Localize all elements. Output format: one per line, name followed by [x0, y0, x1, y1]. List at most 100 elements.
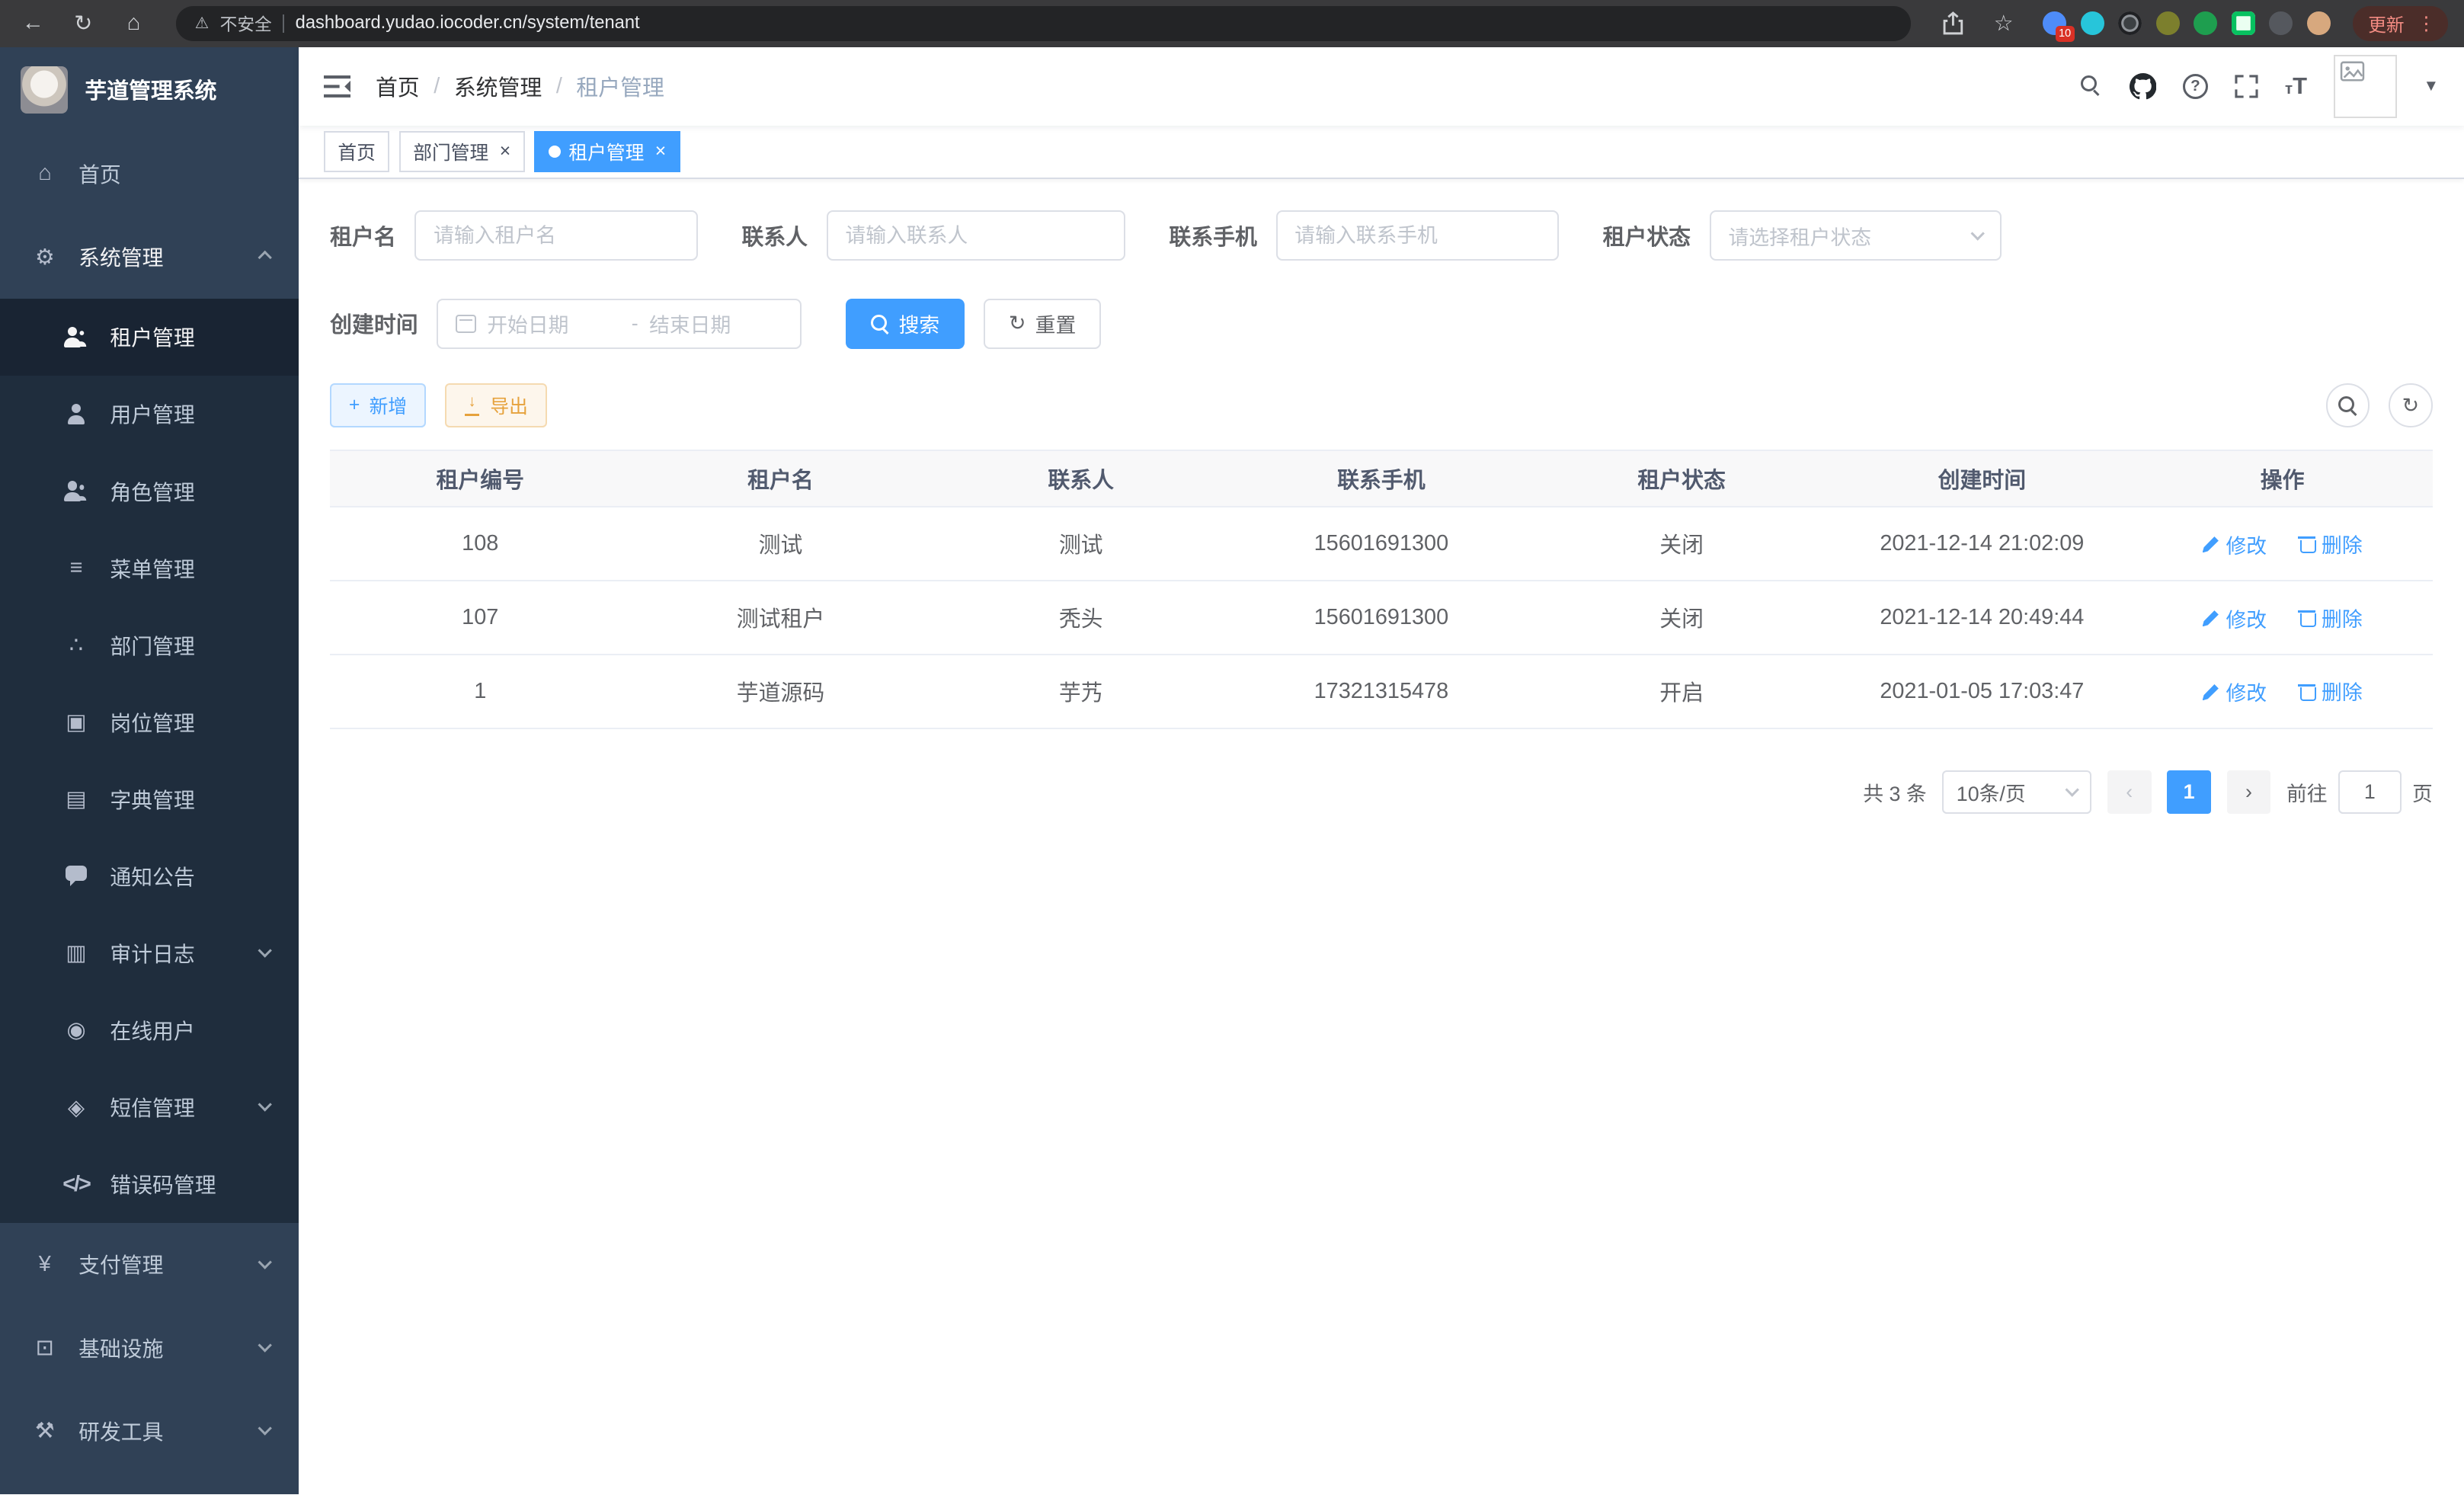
- contact-input[interactable]: [845, 224, 1106, 248]
- extension-icon[interactable]: [2232, 11, 2255, 35]
- link-label: 删除: [2322, 676, 2363, 706]
- sidebar-item-roles[interactable]: 角色管理: [0, 453, 299, 530]
- sidebar-item-dictionary[interactable]: ▤ 字典管理: [0, 760, 299, 837]
- cell-created: 2021-12-14 20:49:44: [1832, 581, 2132, 655]
- delete-button[interactable]: 删除: [2298, 603, 2363, 632]
- extensions-group: 10: [2043, 11, 2330, 35]
- delete-button[interactable]: 删除: [2298, 676, 2363, 706]
- cell-status: 关闭: [1531, 507, 1832, 581]
- page-1-button[interactable]: 1: [2167, 770, 2211, 815]
- calendar-icon: [456, 315, 476, 334]
- page-unit-label: 页: [2412, 777, 2433, 807]
- font-size-icon[interactable]: тT: [2285, 72, 2307, 100]
- date-range-picker[interactable]: 开始日期 - 结束日期: [437, 299, 802, 349]
- breadcrumb-system[interactable]: 系统管理: [454, 71, 542, 102]
- phone-input-wrap: [1276, 210, 1559, 261]
- edit-button[interactable]: 修改: [2203, 603, 2267, 633]
- cell-status: 开启: [1531, 655, 1832, 728]
- sidebar-item-error-codes[interactable]: </> 错误码管理: [0, 1146, 299, 1223]
- reload-icon[interactable]: ↻: [66, 6, 101, 40]
- tab-department[interactable]: 部门管理 ×: [399, 131, 525, 172]
- sidebar-item-dev-tools[interactable]: ⚒ 研发工具: [0, 1389, 299, 1472]
- chevron-down-icon: [258, 1098, 273, 1112]
- column-header: 租户编号: [330, 450, 630, 507]
- next-page-button[interactable]: ›: [2227, 770, 2271, 815]
- tab-label: 首页: [338, 138, 376, 165]
- delete-button[interactable]: 删除: [2298, 529, 2363, 559]
- table-row: 107 测试租户 秃头 15601691300 关闭 2021-12-14 20…: [330, 581, 2433, 655]
- breadcrumb-current: 租户管理: [576, 71, 664, 102]
- search-button[interactable]: 搜索: [846, 299, 965, 349]
- sidebar-item-tenant[interactable]: 租户管理: [0, 299, 299, 376]
- tab-home[interactable]: 首页: [324, 131, 390, 172]
- search-icon[interactable]: [2081, 75, 2103, 98]
- sidebar-item-users[interactable]: 用户管理: [0, 376, 299, 453]
- extension-icon[interactable]: [2194, 11, 2217, 35]
- phone-input[interactable]: [1294, 224, 1540, 248]
- address-bar[interactable]: ⚠ 不安全 dashboard.yudao.iocoder.cn/system/…: [176, 6, 1911, 40]
- add-button[interactable]: + 新增: [330, 383, 426, 427]
- close-icon[interactable]: ×: [497, 142, 511, 162]
- tenant-name-input[interactable]: [434, 224, 679, 248]
- bookmark-star-icon[interactable]: ☆: [1986, 6, 2021, 40]
- search-icon: [2338, 396, 2357, 415]
- github-icon[interactable]: [2130, 73, 2156, 100]
- sidebar-item-label: 通知公告: [110, 861, 194, 892]
- sidebar-item-departments[interactable]: ∴ 部门管理: [0, 607, 299, 683]
- total-count: 共 3 条: [1863, 777, 1926, 807]
- navbar-right: ? тT ▼: [2081, 55, 2439, 118]
- app-logo[interactable]: 芋道管理系统: [0, 47, 299, 132]
- button-label: 搜索: [899, 309, 940, 338]
- screen: ← ↻ ⌂ ⚠ 不安全 dashboard.yudao.iocoder.cn/s…: [0, 0, 2464, 1494]
- edit-button[interactable]: 修改: [2203, 677, 2267, 706]
- extension-icon[interactable]: 10: [2043, 11, 2066, 35]
- export-button[interactable]: 导出: [445, 383, 547, 427]
- caret-down-icon[interactable]: ▼: [2424, 77, 2439, 95]
- extension-icon[interactable]: [2118, 11, 2142, 35]
- extension-icon[interactable]: [2307, 11, 2331, 35]
- avatar[interactable]: [2334, 55, 2397, 118]
- sidebar-item-audit-log[interactable]: ▥ 审计日志: [0, 914, 299, 991]
- browser-menu-kebab-icon[interactable]: ⋮: [2411, 12, 2442, 35]
- help-icon[interactable]: ?: [2183, 74, 2208, 99]
- extension-icon[interactable]: [2081, 11, 2104, 35]
- extension-icon[interactable]: [2269, 11, 2293, 35]
- breadcrumb-home[interactable]: 首页: [376, 71, 420, 102]
- url-text[interactable]: dashboard.yudao.iocoder.cn/system/tenant: [296, 13, 640, 34]
- sidebar-item-notices[interactable]: 通知公告: [0, 837, 299, 914]
- sidebar-item-home[interactable]: ⌂ 首页: [0, 132, 299, 215]
- refresh-table-button[interactable]: ↻: [2389, 383, 2433, 427]
- prev-page-button[interactable]: ‹: [2107, 770, 2152, 815]
- sidebar-item-menus[interactable]: ≡ 菜单管理: [0, 530, 299, 607]
- share-icon[interactable]: [1936, 6, 1970, 40]
- divider: [283, 14, 284, 34]
- toolbar-right: ↻: [2326, 383, 2433, 427]
- field-label: 联系人: [741, 220, 808, 251]
- status-select[interactable]: 请选择租户状态: [1710, 210, 2002, 261]
- sidebar-collapse-icon[interactable]: [324, 75, 350, 98]
- back-icon[interactable]: ←: [16, 6, 50, 40]
- plus-icon: +: [349, 395, 360, 416]
- field-label: 租户状态: [1603, 220, 1691, 251]
- sidebar-item-online-users[interactable]: ◉ 在线用户: [0, 991, 299, 1068]
- edit-button[interactable]: 修改: [2203, 530, 2267, 559]
- fullscreen-icon[interactable]: [2235, 75, 2258, 98]
- browser-home-icon[interactable]: ⌂: [117, 6, 151, 40]
- reset-button[interactable]: ↻ 重置: [984, 299, 1101, 349]
- cell-actions: 修改 删除: [2132, 507, 2432, 581]
- sidebar-item-payment[interactable]: ¥ 支付管理: [0, 1223, 299, 1306]
- security-label[interactable]: 不安全: [220, 11, 272, 36]
- tenant-table: 租户编号 租户名 联系人 联系手机 租户状态 创建时间 操作 108 测试: [330, 450, 2433, 729]
- update-button[interactable]: 更新 ⋮: [2353, 6, 2449, 40]
- extension-icon[interactable]: [2156, 11, 2180, 35]
- sidebar-item-infrastructure[interactable]: ⊡ 基础设施: [0, 1306, 299, 1389]
- tab-tenant[interactable]: 租户管理 ×: [534, 131, 680, 172]
- page-size-select[interactable]: 10条/页: [1942, 770, 2091, 815]
- toggle-search-button[interactable]: [2326, 383, 2370, 427]
- sidebar-item-sms[interactable]: ◈ 短信管理: [0, 1069, 299, 1146]
- goto-page-input[interactable]: [2338, 770, 2402, 815]
- close-icon[interactable]: ×: [652, 142, 667, 162]
- app: 芋道管理系统 ⌂ 首页 ⚙ 系统管理 租户管理: [0, 47, 2464, 1495]
- sidebar-item-positions[interactable]: ▣ 岗位管理: [0, 683, 299, 760]
- sidebar-item-system[interactable]: ⚙ 系统管理: [0, 216, 299, 299]
